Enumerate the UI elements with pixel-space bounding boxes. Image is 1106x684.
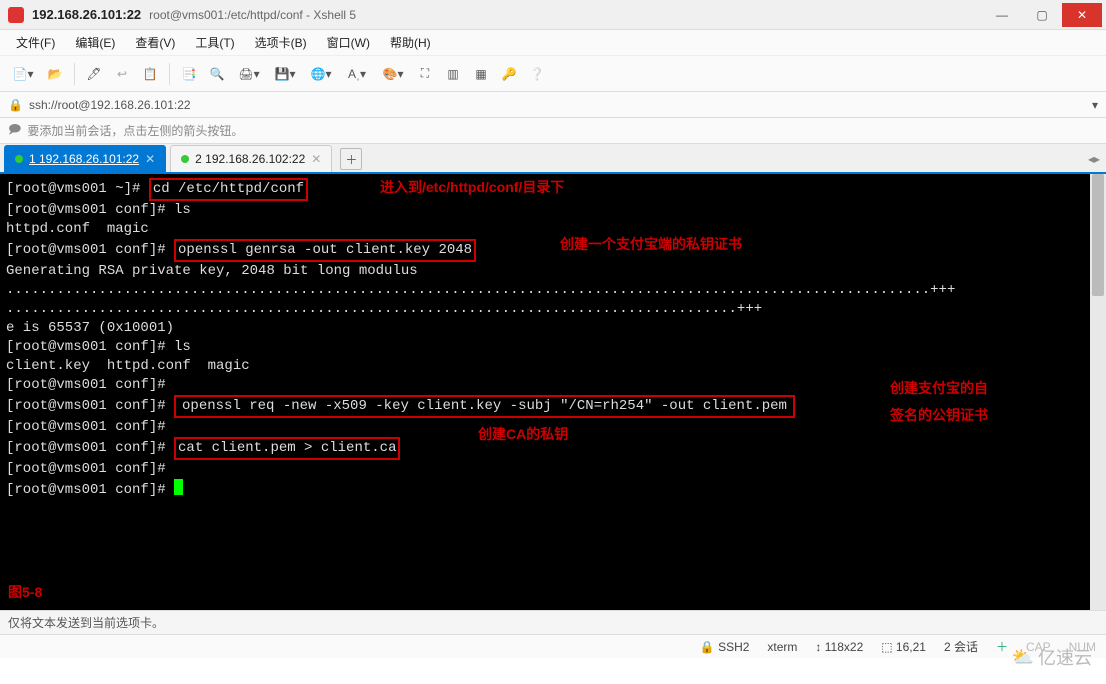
help-button[interactable]: ❔ [524,61,550,87]
watermark-text: 亿速云 [1038,644,1092,670]
cloud-icon: ⛅ [1012,647,1034,668]
titlebar: 192.168.26.101:22 root@vms001:/etc/httpd… [0,0,1106,30]
status-bar: 🔒 SSH2 xterm ↕ 118x22 ⬚ 16,21 2 会话 ＋ CAP… [0,634,1106,658]
status-dot-icon [181,155,189,163]
address-url[interactable]: ssh://root@192.168.26.101:22 [29,98,191,112]
tab-session-1[interactable]: 1 192.168.26.101:22 ✕ [4,145,166,172]
scrollbar-thumb[interactable] [1092,174,1104,296]
menu-edit[interactable]: 编辑(E) [69,31,121,54]
status-dot-icon [15,155,23,163]
status-size: ↕ 118x22 [815,640,863,654]
properties-button[interactable]: 📋 [137,61,163,87]
tab-nav[interactable]: ◂▸ [1088,152,1100,166]
toolbar: 📄▾ 📂 🖊 ↩ 📋 📑 🔍 🖨▾ 💾▾ 🌐▾ Aˌ▾ 🎨▾ ⛶ ▥ ▦ 🔑 ❔ [0,56,1106,92]
print-button[interactable]: 🖨▾ [232,61,266,87]
tip-text: 要添加当前会话，点击左侧的箭头按钮。 [27,122,243,139]
figure-label: 图5-8 [8,583,42,602]
find-button[interactable]: 🔍 [204,61,230,87]
tab-close-icon[interactable]: ✕ [145,152,155,166]
compose-button[interactable]: ▥ [440,61,466,87]
menu-window[interactable]: 窗口(W) [321,31,376,54]
tab-bar: 1 192.168.26.101:22 ✕ 2 192.168.26.102:2… [0,144,1106,174]
tip-bar: 🗩 要添加当前会话，点击左侧的箭头按钮。 [0,118,1106,144]
tab-close-icon[interactable]: ✕ [311,152,321,166]
encoding-button[interactable]: 🌐▾ [304,61,338,87]
status-term: xterm [767,640,797,654]
close-button[interactable]: ✕ [1062,3,1102,27]
open-button[interactable]: 📂 [42,61,68,87]
status-proto: 🔒 SSH2 [700,640,750,654]
copy-button[interactable]: 📑 [176,61,202,87]
reconnect-button[interactable]: 🖊 [81,61,107,87]
disconnect-button[interactable]: ↩ [109,61,135,87]
tab-label: 1 192.168.26.101:22 [29,152,139,166]
menu-help[interactable]: 帮助(H) [384,31,437,54]
tab-label: 2 192.168.26.102:22 [195,152,305,166]
footer-bar: 仅将文本发送到当前选项卡。 [0,610,1106,634]
app-icon [8,7,24,23]
status-plus-icon[interactable]: ＋ [996,638,1008,655]
minimize-button[interactable]: — [982,3,1022,27]
cmd-genrsa: openssl genrsa -out client.key 2048 [174,239,476,262]
status-pos: ⬚ 16,21 [881,640,926,654]
menu-file[interactable]: 文件(F) [10,31,61,54]
fullscreen-button[interactable]: ⛶ [412,61,438,87]
watermark: ⛅ 亿速云 [1012,644,1092,670]
cmd-cat: cat client.pem > client.ca [174,437,400,460]
save-button[interactable]: 💾▾ [268,61,302,87]
tab-add-button[interactable]: ＋ [340,148,362,170]
cmd-cd: cd /etc/httpd/conf [149,178,308,201]
menu-view[interactable]: 查看(V) [129,31,181,54]
color-button[interactable]: 🎨▾ [376,61,410,87]
terminal[interactable]: [root@vms001 ~]# cd /etc/httpd/conf [roo… [0,174,1106,610]
lock-icon: 🔒 [8,98,23,112]
key-button[interactable]: 🔑 [496,61,522,87]
menubar: 文件(F) 编辑(E) 查看(V) 工具(T) 选项卡(B) 窗口(W) 帮助(… [0,30,1106,56]
footer-text: 仅将文本发送到当前选项卡。 [8,614,164,631]
quick-button[interactable]: ▦ [468,61,494,87]
address-dropdown-icon[interactable]: ▾ [1092,98,1098,112]
scrollbar[interactable] [1090,174,1106,610]
menu-tools[interactable]: 工具(T) [189,31,240,54]
tip-icon: 🗩 [8,120,21,141]
maximize-button[interactable]: ▢ [1022,3,1062,27]
cursor-icon [174,479,183,495]
address-bar: 🔒 ssh://root@192.168.26.101:22 ▾ [0,92,1106,118]
font-button[interactable]: Aˌ▾ [340,61,374,87]
new-session-button[interactable]: 📄▾ [6,61,40,87]
menu-tabs[interactable]: 选项卡(B) [249,31,313,54]
status-sessions: 2 会话 [944,638,978,655]
cmd-req: openssl req -new -x509 -key client.key -… [174,395,795,418]
title-ip: 192.168.26.101:22 [32,7,141,22]
title-path: root@vms001:/etc/httpd/conf - Xshell 5 [149,8,356,22]
tab-session-2[interactable]: 2 192.168.26.102:22 ✕ [170,145,332,172]
